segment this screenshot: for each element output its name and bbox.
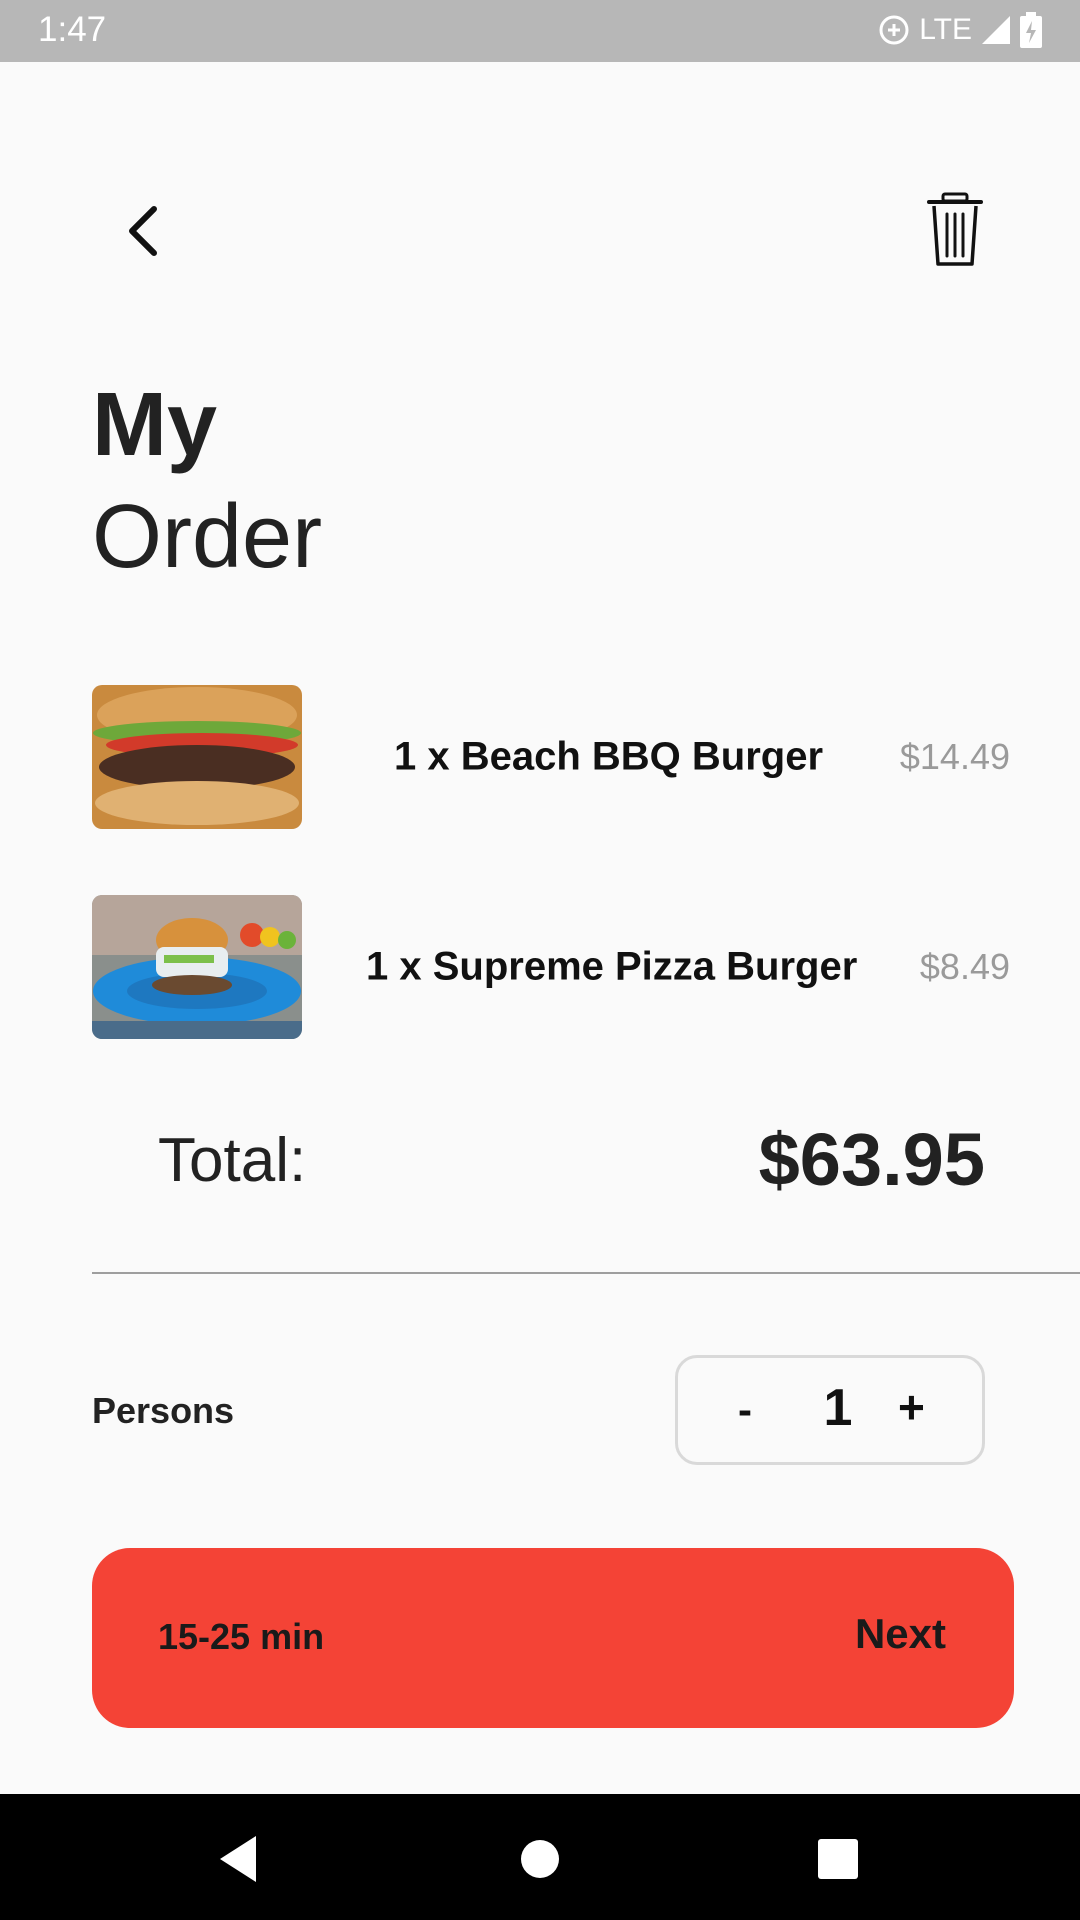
nav-back-button[interactable] xyxy=(204,1824,274,1894)
chevron-left-icon xyxy=(129,206,157,256)
burger-on-blue-plate-photo xyxy=(92,895,302,1039)
battery-icon xyxy=(1020,12,1042,48)
total-value: $63.95 xyxy=(758,1118,985,1201)
data-saver-icon xyxy=(879,15,909,45)
nav-recents-button[interactable] xyxy=(803,1824,873,1894)
item-name: 1 x Beach BBQ Burger xyxy=(394,734,824,779)
item-name: 1 x Supreme Pizza Burger xyxy=(366,944,858,989)
next-label: Next xyxy=(854,1610,946,1657)
persons-count: 1 xyxy=(823,1379,853,1437)
nav-home-button[interactable] xyxy=(505,1824,575,1894)
item-price: $14.49 xyxy=(899,736,1010,777)
decrement-button[interactable]: - xyxy=(738,1386,752,1434)
order-item[interactable]: 1 x Beach BBQ Burger $14.49 xyxy=(92,685,1012,829)
circle-home-icon xyxy=(521,1840,559,1878)
item-price: $8.49 xyxy=(919,946,1010,987)
trash-icon xyxy=(927,192,983,266)
clear-order-button[interactable] xyxy=(920,190,990,270)
next-button[interactable]: 15-25 min Next xyxy=(92,1548,1014,1728)
increment-button[interactable]: + xyxy=(898,1380,925,1434)
navigation-bar xyxy=(0,1794,1080,1920)
back-button[interactable] xyxy=(110,195,180,265)
page-title-line1: My xyxy=(92,375,218,475)
delivery-time: 15-25 min xyxy=(158,1616,325,1657)
total-label: Total: xyxy=(158,1126,307,1195)
burger-photo xyxy=(92,685,302,829)
triangle-back-icon xyxy=(220,1836,256,1882)
status-icons: LTE xyxy=(877,10,1042,50)
divider xyxy=(92,1272,1080,1274)
persons-label: Persons xyxy=(92,1390,235,1431)
page-title-line2: Order xyxy=(92,487,323,587)
status-bar: 1:47 LTE xyxy=(0,0,1080,62)
network-type: LTE xyxy=(919,13,972,46)
square-recents-icon xyxy=(818,1839,858,1879)
order-item[interactable]: 1 x Supreme Pizza Burger $8.49 xyxy=(92,895,1012,1039)
signal-icon xyxy=(982,16,1010,44)
persons-stepper: - 1 + xyxy=(675,1355,985,1465)
status-time: 1:47 xyxy=(38,10,107,49)
